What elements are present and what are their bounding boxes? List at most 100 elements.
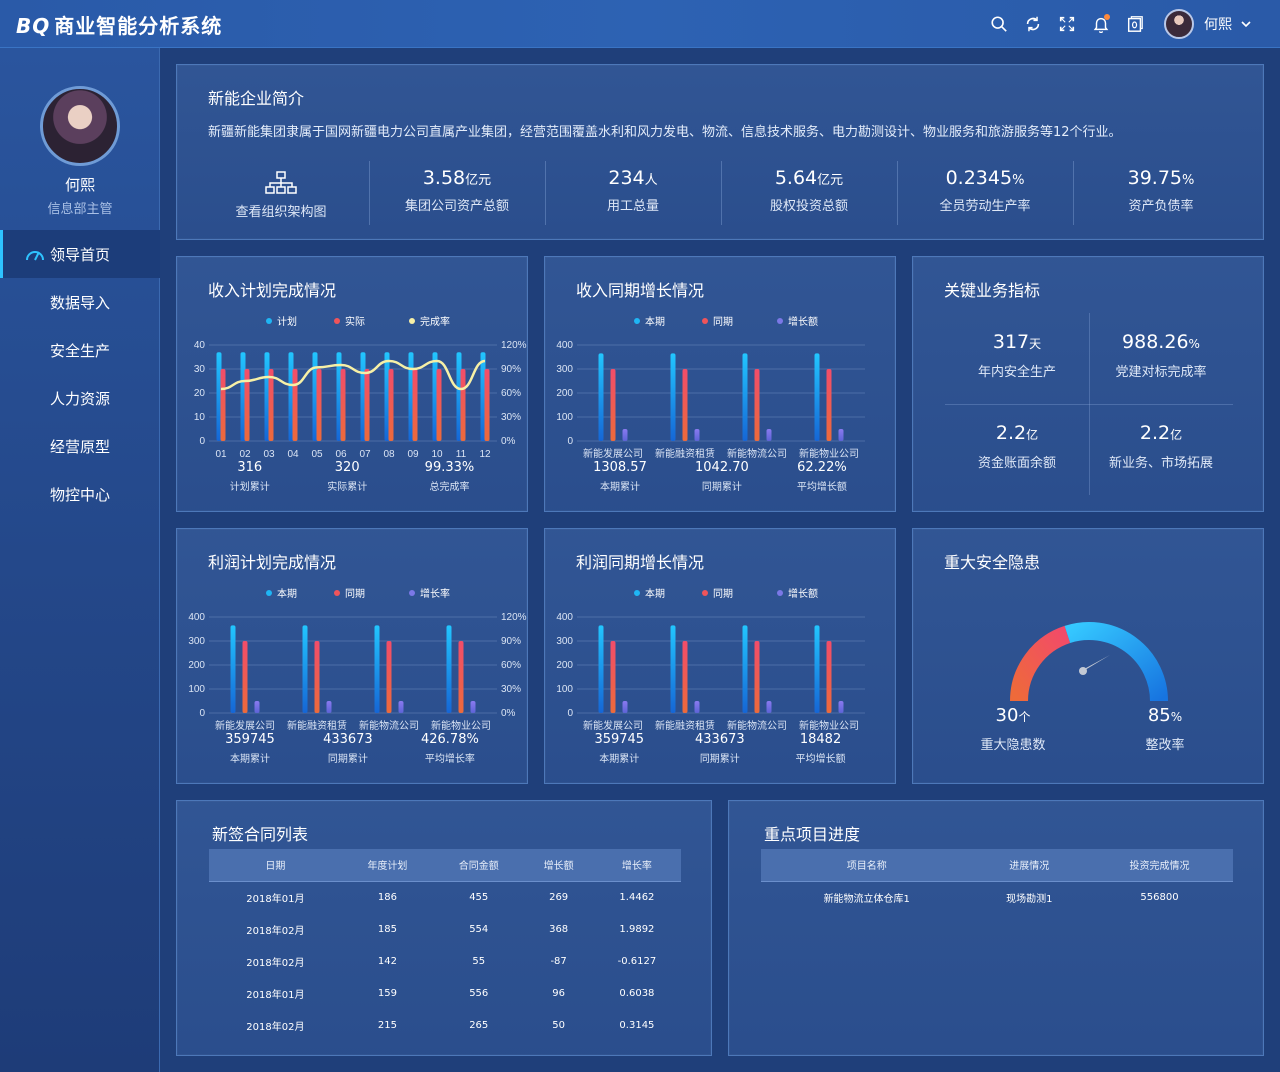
kpi-safe-days: 317天 年内安全生产 <box>945 313 1089 404</box>
top-bar: BQ 商业智能分析系统 何熙 <box>0 0 1280 48</box>
notification-button[interactable] <box>1084 0 1118 48</box>
search-icon <box>991 16 1007 32</box>
bar <box>316 369 322 441</box>
fullscreen-button[interactable] <box>1050 0 1084 48</box>
bar <box>682 369 688 441</box>
y-tick-label: 100 <box>556 412 573 423</box>
safety-title: 重大安全隐患 <box>944 553 1041 572</box>
column-header[interactable]: 项目名称 <box>761 849 973 882</box>
table-cell: 186 <box>377 891 397 903</box>
legend-label: 增长额 <box>788 315 818 328</box>
sidebar-item-hr[interactable]: 人力资源 <box>0 374 160 422</box>
bar <box>754 369 760 441</box>
profile-avatar[interactable] <box>40 86 120 166</box>
user-menu[interactable]: 何熙 <box>1164 9 1252 39</box>
org-chart-icon <box>265 171 297 194</box>
app-title: 商业智能分析系统 <box>54 14 223 38</box>
completion-rate-line <box>220 359 486 391</box>
intro-title: 新能企业简介 <box>208 89 305 108</box>
summary-label: 计划累计 <box>229 482 270 493</box>
notification-dot <box>1104 14 1110 20</box>
table-cell: 2018年01月 <box>246 893 305 905</box>
column-header[interactable]: 进展情况 <box>972 849 1087 882</box>
x-tick-label: 10 <box>431 449 443 460</box>
x-tick-label: 09 <box>407 449 419 460</box>
kpi-unit: 亿 <box>1026 428 1039 442</box>
summary-label: 同期累计 <box>699 754 740 765</box>
refresh-button[interactable] <box>1016 0 1050 48</box>
summary-value: 316 <box>237 460 263 475</box>
table-row[interactable]: 2018年02月 185 554 368 1.9892 <box>209 913 681 945</box>
x-tick-label: 05 <box>311 449 323 460</box>
x-tick-label: 07 <box>359 449 371 460</box>
summary-value: 426.78% <box>420 732 479 747</box>
summary-value: 433673 <box>695 732 745 747</box>
sidebar: 何熙 信息部主管 领导首页 数据导入 安全生产 人力资源 经营原型 物控中心 <box>0 48 160 1072</box>
bar <box>754 641 760 713</box>
sidebar-item-data-import[interactable]: 数据导入 <box>0 278 160 326</box>
sidebar-item-control[interactable]: 物控中心 <box>0 470 160 518</box>
summary-value: 320 <box>334 460 360 475</box>
sidebar-item-safety[interactable]: 安全生产 <box>0 326 160 374</box>
app-logo[interactable]: BQ 商业智能分析系统 <box>16 10 222 39</box>
projects-title: 重点项目进度 <box>764 825 861 844</box>
search-button[interactable] <box>982 0 1016 48</box>
sidebar-item-label: 人力资源 <box>50 389 111 408</box>
table-cell: 2018年02月 <box>246 925 305 937</box>
table-header-row: 日期 年度计划 合同金额 增长额 增长率 <box>209 849 681 882</box>
table-cell: 185 <box>377 923 397 935</box>
rectification-rate: 85% 整改率 <box>1105 705 1225 753</box>
column-header[interactable]: 年度计划 <box>341 849 434 882</box>
column-header[interactable]: 投资完成情况 <box>1086 849 1233 882</box>
kpi-label: 资金账面余额 <box>977 456 1056 471</box>
y-tick-label: 300 <box>188 636 205 647</box>
summary-value: 18482 <box>799 732 842 747</box>
rectification-rate-unit: % <box>1170 710 1183 724</box>
kpi-unit: 亿 <box>1170 428 1183 442</box>
column-header[interactable]: 增长额 <box>524 849 593 882</box>
column-header[interactable]: 合同金额 <box>433 849 525 882</box>
summary-item: 359745 本期累计 <box>225 732 275 765</box>
x-tick-label: 新能发展公司 <box>583 719 643 732</box>
hazard-count-value: 30 <box>995 705 1019 726</box>
stat-headcount: 234人 用工总量 <box>545 161 721 225</box>
x-tick-label: 02 <box>239 449 251 460</box>
bar <box>460 369 466 441</box>
bar <box>682 641 688 713</box>
bar <box>254 701 260 713</box>
user-name: 何熙 <box>1204 17 1232 33</box>
summary-item: 62.22% 平均增长额 <box>797 460 847 493</box>
sidebar-item-label: 物控中心 <box>50 485 111 504</box>
stat-label: 用工总量 <box>606 199 659 214</box>
y2-tick-label: 60% <box>501 660 521 671</box>
summary-label: 平均增长额 <box>796 482 847 493</box>
bar <box>388 369 394 441</box>
column-header[interactable]: 增长率 <box>592 849 681 882</box>
bar <box>838 701 844 713</box>
table-row[interactable]: 2018年01月 186 455 269 1.4462 <box>209 881 681 913</box>
projects-table: 项目名称 进展情况 投资完成情况 新能物流立体仓库1 现场勘测1 556800 <box>761 849 1233 913</box>
bar <box>364 369 370 441</box>
table-row[interactable]: 新能物流立体仓库1 现场勘测1 556800 <box>761 881 1233 913</box>
x-tick-label: 新能物流公司 <box>727 719 787 732</box>
org-chart-link[interactable]: 查看组织架构图 <box>193 161 369 225</box>
column-header[interactable]: 日期 <box>209 849 342 882</box>
table-row[interactable]: 2018年02月 142 55 -87 -0.6127 <box>209 945 681 977</box>
table-cell: -0.6127 <box>617 955 657 967</box>
kpi-title: 关键业务指标 <box>944 281 1041 300</box>
sidebar-item-operation[interactable]: 经营原型 <box>0 422 160 470</box>
bar <box>826 641 832 713</box>
summary-label: 同期累计 <box>327 754 368 765</box>
table-row[interactable]: 2018年01月 159 556 96 0.6038 <box>209 977 681 1009</box>
sidebar-item-home[interactable]: 领导首页 <box>0 230 160 278</box>
intro-panel: 新能企业简介 新疆新能集团隶属于国网新疆电力公司直属产业集团，经营范围覆盖水利和… <box>176 64 1264 240</box>
table-row[interactable]: 2018年02月 215 265 50 0.3145 <box>209 1009 681 1041</box>
table-cell: 556800 <box>1140 891 1179 903</box>
table-cell: 554 <box>469 923 489 935</box>
summary-value: 359745 <box>594 732 645 747</box>
stat-label: 全员劳动生产率 <box>939 199 1031 214</box>
chart-summary: 359745 本期累计 433673 同期累计 426.78% 平均增长率 <box>177 732 527 765</box>
summary-item: 1308.57 本期累计 <box>593 460 647 493</box>
messages-button[interactable] <box>1118 0 1152 48</box>
table-cell: 159 <box>377 987 397 999</box>
